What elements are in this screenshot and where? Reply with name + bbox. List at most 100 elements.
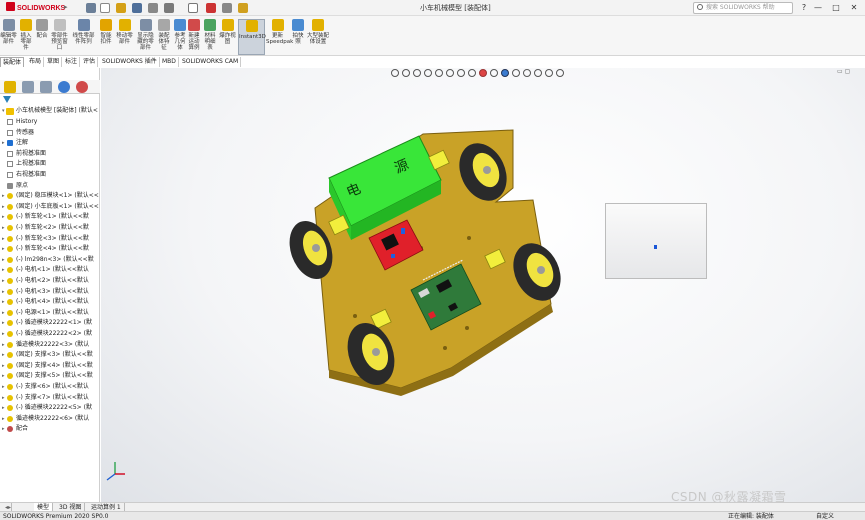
ribbon-button-8[interactable]: 装配体特征 [156, 19, 172, 55]
tree-item[interactable]: ▸ (-) 新车轮<4> (默认<<默 [0, 244, 100, 254]
minimize-button[interactable]: — [812, 2, 824, 14]
tree-item[interactable]: ▸ (-) 循迹模块22222<5> (默 [0, 403, 100, 413]
expand-arrow-icon[interactable]: ▸ [2, 297, 5, 307]
expand-arrow-icon[interactable]: ▸ [2, 393, 5, 403]
tree-root[interactable]: ▾ 小车机械模型 [装配体] (默认< [0, 106, 100, 116]
expand-arrow-icon[interactable]: ▸ [2, 414, 5, 424]
expand-arrow-icon[interactable]: ▸ [2, 308, 5, 318]
tree-item[interactable]: 原点 [0, 181, 100, 191]
ribbon-button-4[interactable]: 线性零部件阵列 [70, 19, 97, 55]
tree-item[interactable]: ▸ 配合 [0, 424, 100, 434]
status-custom[interactable]: 自定义 [816, 512, 834, 520]
expand-arrow-icon[interactable]: ▸ [2, 265, 5, 275]
ribbon-button-7[interactable]: 显示隐藏的零部件 [136, 19, 155, 55]
expand-arrow-icon[interactable]: ▸ [2, 350, 5, 360]
expand-arrow-icon[interactable]: ▸ [2, 191, 5, 201]
expand-arrow-icon[interactable]: ▸ [2, 212, 5, 222]
close-button[interactable]: ✕ [848, 2, 860, 14]
tree-item[interactable]: ▸ (固定) 小车底板<1> (默认<< [0, 202, 100, 212]
expand-arrow-icon[interactable]: ▸ [2, 276, 5, 286]
tab-evaluate[interactable]: 评估 [81, 57, 99, 67]
solidworks-logo[interactable]: SOLIDWORKS [3, 2, 68, 14]
ribbon-button-16[interactable]: 大型装配体设置 [306, 19, 330, 55]
help-search-input[interactable]: 搜索 SOLIDWORKS 帮助 [693, 2, 793, 14]
tab-solidworks-addins[interactable]: SOLIDWORKS 插件 [100, 57, 160, 67]
menu-arrow-icon[interactable]: ▸ [64, 3, 68, 11]
display-manager-tab-icon[interactable] [76, 81, 88, 93]
search-icon[interactable] [697, 4, 703, 10]
property-manager-tab-icon[interactable] [22, 81, 34, 93]
tab-mbd[interactable]: MBD [160, 57, 179, 67]
open-folder-icon[interactable] [116, 3, 126, 13]
filter-icon[interactable] [3, 96, 11, 104]
collapse-arrow-icon[interactable]: ▾ [2, 106, 5, 116]
expand-arrow-icon[interactable]: ▸ [2, 287, 5, 297]
options-icon[interactable] [222, 3, 232, 13]
tab-layout[interactable]: 布局 [27, 57, 45, 67]
tree-item[interactable]: ▸ (-) 新车轮<2> (默认<<默 [0, 223, 100, 233]
tree-item[interactable]: History [0, 117, 100, 127]
ribbon-button-10[interactable]: 新建运动算例 [186, 19, 202, 55]
expand-arrow-icon[interactable]: ▸ [2, 318, 5, 328]
ribbon-button-5[interactable]: 智能扣件 [98, 19, 114, 55]
tree-item[interactable]: ▸ (-) 循迹模块22222<2> (默 [0, 329, 100, 339]
print-icon[interactable] [148, 3, 158, 13]
tree-item[interactable]: ▸ (-) 电机<4> (默认<<默认 [0, 297, 100, 307]
tree-item[interactable]: ▸ 循迹模块22222<3> (默认 [0, 340, 100, 350]
tree-item[interactable]: ▸ (-) 电机<3> (默认<<默认 [0, 287, 100, 297]
save-icon[interactable] [132, 3, 142, 13]
tree-item[interactable]: 前视基准面 [0, 149, 100, 159]
ribbon-button-2[interactable]: 配合 [34, 19, 50, 55]
tree-item[interactable]: ▸ 注解 [0, 138, 100, 148]
tree-item[interactable]: ▸ (-) 支撑<6> (默认<<默认 [0, 382, 100, 392]
home-icon[interactable] [86, 3, 96, 13]
floating-preview-panel[interactable] [605, 203, 707, 279]
tree-item[interactable]: ▸ (-) lm298n<3> (默认<<默 [0, 255, 100, 265]
tree-item[interactable]: 右视基准面 [0, 170, 100, 180]
ribbon-button-6[interactable]: 移动零部件 [114, 19, 135, 55]
ribbon-button-14[interactable]: 更新 Speedpak [266, 19, 293, 55]
new-document-icon[interactable] [100, 3, 110, 13]
tree-item[interactable]: ▸ (固定) 支撑<3> (默认<<默 [0, 350, 100, 360]
tree-item[interactable]: ▸ (-) 循迹模块22222<1> (默 [0, 318, 100, 328]
expand-arrow-icon[interactable]: ▸ [2, 223, 5, 233]
expand-arrow-icon[interactable]: ▸ [2, 371, 5, 381]
expand-arrow-icon[interactable]: ▸ [2, 361, 5, 371]
expand-arrow-icon[interactable]: ▸ [2, 403, 5, 413]
ribbon-button-11[interactable]: 材料明细表 [202, 19, 218, 55]
tree-item[interactable]: ▸ (-) 电机<2> (默认<<默认 [0, 276, 100, 286]
ribbon-button-1[interactable]: 插入零部件 [18, 19, 34, 55]
tree-item[interactable]: ▸ (-) 新车轮<1> (默认<<默 [0, 212, 100, 222]
ribbon-button-13[interactable]: Instant3D [238, 19, 266, 55]
tab-solidworks-cam[interactable]: SOLIDWORKS CAM [180, 57, 242, 67]
maximize-button[interactable]: □ [830, 2, 842, 14]
tree-item[interactable]: ▸ (-) 电源<1> (默认<<默认 [0, 308, 100, 318]
tree-item[interactable]: ▸ (固定) 支撑<5> (默认<<默 [0, 371, 100, 381]
expand-arrow-icon[interactable]: ▸ [2, 329, 5, 339]
dimxpert-tab-icon[interactable] [58, 81, 70, 93]
ribbon-button-3[interactable]: 零部件预览窗口 [50, 19, 69, 55]
expand-arrow-icon[interactable]: ▸ [2, 382, 5, 392]
tab-assembly[interactable]: 装配体 [0, 57, 25, 67]
tab-markup[interactable]: 标注 [63, 57, 81, 67]
tree-item[interactable]: ▸ (-) 电机<1> (默认<<默认 [0, 265, 100, 275]
select-icon[interactable] [188, 3, 198, 13]
configuration-manager-tab-icon[interactable] [40, 81, 52, 93]
expand-arrow-icon[interactable]: ▸ [2, 424, 5, 434]
expand-arrow-icon[interactable]: ▸ [2, 138, 5, 148]
car-assembly-model[interactable]: 电 源 [101, 68, 865, 502]
expand-arrow-icon[interactable]: ▸ [2, 244, 5, 254]
feature-manager-tab-icon[interactable] [4, 81, 16, 93]
expand-arrow-icon[interactable]: ▸ [2, 340, 5, 350]
undo-icon[interactable] [164, 3, 174, 13]
tree-item[interactable]: 传感器 [0, 128, 100, 138]
rebuild-icon[interactable] [206, 3, 216, 13]
expand-arrow-icon[interactable]: ▸ [2, 202, 5, 212]
ribbon-button-15[interactable]: 拍快照 [290, 19, 306, 55]
tree-item[interactable]: ▸ (-) 新车轮<3> (默认<<默 [0, 234, 100, 244]
tab-sketch[interactable]: 草图 [45, 57, 63, 67]
tree-item[interactable]: ▸ (-) 支撑<7> (默认<<默认 [0, 393, 100, 403]
tree-item[interactable]: ▸ (固定) 稳压模块<1> (默认<< [0, 191, 100, 201]
expand-arrow-icon[interactable]: ▸ [2, 234, 5, 244]
expand-arrow-icon[interactable]: ▸ [2, 255, 5, 265]
